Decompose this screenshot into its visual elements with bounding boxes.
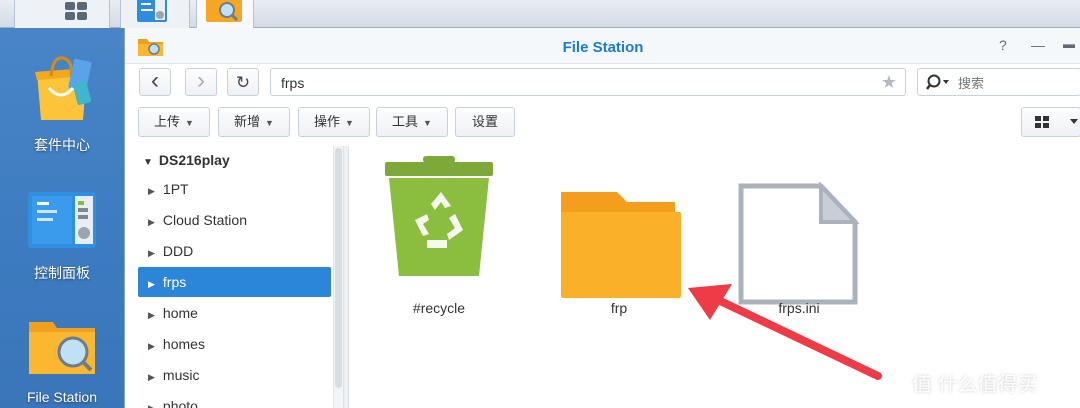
chevron-left-icon: ‹ [151, 67, 159, 94]
file-item-recycle[interactable]: #recycle [349, 146, 529, 336]
tree-root-label: DS216play [158, 152, 230, 168]
caret-down-icon: ▼ [265, 118, 274, 128]
annotation-arrow-icon [688, 284, 882, 380]
desktop-file-station[interactable]: File Station [0, 316, 124, 405]
tree-item-label: home [162, 305, 198, 321]
action-button-label: 操作 [314, 114, 341, 129]
tree-item-label: homes [162, 336, 205, 352]
control-panel-icon [137, 0, 167, 22]
desktop-control-panel[interactable]: 控制面板 [0, 190, 124, 283]
desktop-file-station-label: File Station [26, 389, 98, 405]
minimize-button[interactable]: — [1031, 37, 1045, 53]
star-icon[interactable]: ★ [881, 72, 897, 93]
grid-view-icon [1035, 116, 1078, 128]
tools-button[interactable]: 工具 ▼ [376, 107, 448, 137]
caret-right-icon: ▶ [148, 372, 155, 382]
upload-button-label: 上传 [154, 114, 181, 129]
search-box[interactable] [917, 68, 1080, 96]
caret-right-icon: ▶ [148, 248, 155, 258]
tree-item-label: Cloud Station [162, 212, 247, 228]
tree-item-label: DDD [162, 243, 194, 259]
path-bar[interactable]: frps ★ [270, 68, 906, 96]
view-mode-button[interactable] [1021, 107, 1080, 137]
caret-right-icon: ▶ [148, 310, 155, 320]
window-title: File Station [562, 39, 644, 56]
tree-item-label: frps [162, 274, 187, 290]
caret-down-icon: ▼ [423, 118, 432, 128]
maximize-button[interactable]: ▬ [1063, 37, 1075, 51]
desktop-package-center-label: 套件中心 [34, 137, 90, 153]
chevron-right-icon: › [197, 67, 205, 94]
caret-right-icon: ▶ [148, 341, 155, 351]
tree-scrollbar[interactable] [333, 146, 343, 408]
file-name: frp [610, 300, 628, 316]
window-titlebar: File Station ? — ▬ [125, 28, 1080, 64]
taskbar-file-station-button[interactable] [196, 0, 254, 28]
file-station-icon [29, 322, 95, 374]
tree-item-home[interactable]: ▶ home [138, 298, 331, 328]
package-center-icon [35, 56, 92, 120]
caret-right-icon: ▶ [148, 403, 155, 408]
upload-button[interactable]: 上传 ▼ [138, 107, 210, 137]
control-panel-icon [28, 192, 96, 248]
refresh-icon: ↻ [235, 73, 251, 92]
desktop-package-center[interactable]: 套件中心 [0, 54, 124, 155]
tree-item-ddd[interactable]: ▶ DDD [138, 236, 331, 266]
new-button-label: 新增 [234, 114, 261, 129]
tools-button-label: 工具 [392, 114, 419, 129]
path-text: frps [281, 75, 305, 91]
caret-right-icon: ▶ [148, 186, 155, 196]
settings-button-label: 设置 [471, 114, 498, 129]
tree-item-label: 1PT [162, 181, 189, 197]
caret-right-icon: ▶ [148, 217, 155, 227]
taskbar [0, 0, 1080, 28]
desktop-control-panel-label: 控制面板 [34, 265, 90, 281]
file-station-icon [206, 0, 242, 22]
back-button[interactable]: ‹ [139, 68, 171, 96]
file-name: #recycle [412, 300, 466, 316]
tree-root[interactable]: ▼ DS216play [143, 152, 230, 168]
tree-item-homes[interactable]: ▶ homes [138, 329, 331, 359]
tree-item-label: music [162, 367, 200, 383]
tree-scrollbar-thumb[interactable] [335, 148, 342, 388]
folder-tree: ▼ DS216play ▶ 1PT ▶ Cloud Station ▶ DDD ▶ frp… [125, 146, 343, 408]
caret-down-icon: ▼ [345, 118, 354, 128]
taskbar-control-panel-button[interactable] [120, 0, 190, 28]
watermark: 值 什么值得买 [912, 374, 1038, 396]
file-station-window: File Station ? — ▬ ‹ › ↻ frps ★ 上传 ▼ 新增 ▼ … [124, 28, 1080, 408]
folder-icon [561, 192, 681, 298]
main-menu-button[interactable] [14, 0, 110, 28]
action-button[interactable]: 操作 ▼ [298, 107, 370, 137]
search-input[interactable] [958, 73, 1068, 93]
forward-button[interactable]: › [185, 68, 217, 96]
refresh-button[interactable]: ↻ [227, 68, 259, 96]
tree-item-music[interactable]: ▶ music [138, 360, 331, 390]
settings-button[interactable]: 设置 [455, 107, 515, 137]
tree-item-label: photo [162, 398, 198, 408]
tree-item-photo[interactable]: ▶ photo [138, 391, 331, 408]
main-menu-grid-icon [65, 2, 87, 20]
tree-item-cloud-station[interactable]: ▶ Cloud Station [138, 205, 331, 235]
help-button[interactable]: ? [999, 37, 1007, 53]
tree-item-1pt[interactable]: ▶ 1PT [138, 174, 331, 204]
recycle-bin-icon [385, 156, 493, 276]
caret-right-icon: ▶ [148, 279, 155, 289]
caret-down-icon: ▼ [143, 157, 153, 168]
new-button[interactable]: 新增 ▼ [218, 107, 290, 137]
tree-item-frps[interactable]: ▶ frps [138, 267, 331, 297]
caret-down-icon: ▼ [185, 118, 194, 128]
search-icon [926, 74, 949, 90]
